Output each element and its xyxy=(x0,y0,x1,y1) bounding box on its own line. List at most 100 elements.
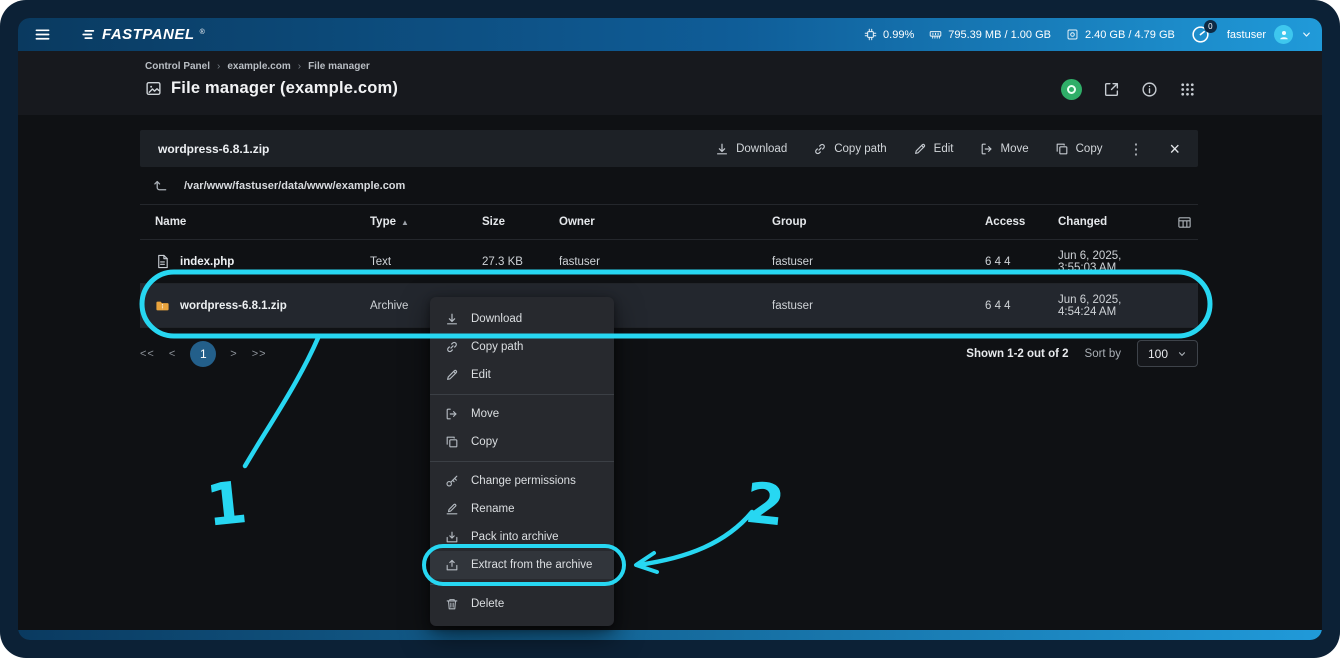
copy-button[interactable]: Copy xyxy=(1055,142,1103,156)
current-page-button[interactable]: 1 xyxy=(190,341,216,367)
rename-icon xyxy=(445,502,459,516)
table-header: Name Type▲ Size Owner Group Access Chang… xyxy=(140,205,1198,240)
col-group[interactable]: Group xyxy=(772,216,985,228)
edit-label: Edit xyxy=(934,143,954,155)
trash-icon xyxy=(445,597,459,611)
menu-item-extract-from-archive[interactable]: Extract from the archive xyxy=(430,551,614,579)
apps-menu-button[interactable] xyxy=(1179,81,1196,98)
username: fastuser xyxy=(1227,29,1266,41)
copy-icon xyxy=(1055,142,1069,156)
disk-icon xyxy=(1066,28,1079,41)
menu-item-label: Copy path xyxy=(471,341,523,353)
col-name[interactable]: Name xyxy=(155,216,370,228)
download-icon xyxy=(445,312,459,326)
selection-toolbar: wordpress-6.8.1.zip Download Copy path E… xyxy=(140,130,1198,167)
per-page-select[interactable]: 100 xyxy=(1137,340,1198,367)
menu-toggle-button[interactable] xyxy=(30,23,54,47)
menu-item-label: Delete xyxy=(471,598,504,610)
menu-item-move[interactable]: Move xyxy=(430,400,614,428)
next-page-button[interactable]: > xyxy=(230,348,237,360)
chevron-down-icon xyxy=(1177,349,1187,359)
cpu-icon xyxy=(864,28,877,41)
table-row-selected[interactable]: wordpress-6.8.1.zip Archive fastuser 6 4… xyxy=(140,284,1198,328)
per-page-value: 100 xyxy=(1148,347,1168,361)
shown-count: Shown 1-2 out of 2 xyxy=(966,348,1068,360)
file-name: index.php xyxy=(180,256,234,268)
chevron-down-icon xyxy=(1301,29,1312,40)
support-button[interactable] xyxy=(1061,79,1082,100)
col-type[interactable]: Type▲ xyxy=(370,216,482,228)
breadcrumb-file-manager: File manager xyxy=(308,61,370,72)
copy-path-button[interactable]: Copy path xyxy=(813,142,886,156)
table-columns-icon xyxy=(1177,215,1192,230)
notifications-badge: 0 xyxy=(1204,20,1217,33)
menu-item-delete[interactable]: Delete xyxy=(430,590,614,618)
menu-item-label: Move xyxy=(471,408,499,420)
menu-item-copy[interactable]: Copy xyxy=(430,428,614,456)
file-type: Text xyxy=(370,256,482,268)
prev-page-button[interactable]: < xyxy=(169,348,176,360)
col-owner[interactable]: Owner xyxy=(559,216,772,228)
menu-item-label: Copy xyxy=(471,436,498,448)
memory-icon xyxy=(929,28,942,41)
user-menu-button[interactable]: fastuser xyxy=(1227,25,1312,44)
breadcrumb-control-panel[interactable]: Control Panel xyxy=(145,61,210,72)
col-access[interactable]: Access xyxy=(985,216,1058,228)
col-size[interactable]: Size xyxy=(482,216,559,228)
screenshot-frame: FASTPANEL ® 0.99% 795.39 MB / 1.00 GB 2.… xyxy=(0,0,1340,658)
breadcrumb-domain[interactable]: example.com xyxy=(227,61,290,72)
edit-button[interactable]: Edit xyxy=(913,142,954,156)
external-link-icon xyxy=(1103,81,1120,98)
menu-item-change-permissions[interactable]: Change permissions xyxy=(430,467,614,495)
copy-icon xyxy=(445,435,459,449)
menu-divider xyxy=(430,394,614,395)
link-icon xyxy=(813,142,827,156)
hamburger-icon xyxy=(34,27,51,42)
col-changed[interactable]: Changed xyxy=(1058,216,1156,228)
copy-path-label: Copy path xyxy=(834,143,886,155)
more-actions-button[interactable]: ⋮ xyxy=(1128,140,1143,158)
file-changed: Jun 6, 2025, 4:54:24 AM xyxy=(1058,294,1156,318)
current-path: /var/www/fastuser/data/www/example.com xyxy=(184,180,405,192)
table-row[interactable]: index.php Text 27.3 KB fastuser fastuser… xyxy=(140,240,1198,284)
menu-item-label: Rename xyxy=(471,503,514,515)
archive-file-icon xyxy=(155,298,170,313)
download-label: Download xyxy=(736,143,787,155)
up-directory-button[interactable] xyxy=(153,178,168,193)
sort-by-label: Sort by xyxy=(1085,348,1121,360)
last-page-button[interactable]: >> xyxy=(252,348,267,360)
menu-divider xyxy=(430,584,614,585)
selected-filename: wordpress-6.8.1.zip xyxy=(158,142,269,156)
copy-label: Copy xyxy=(1076,143,1103,155)
first-page-button[interactable]: << xyxy=(140,348,155,360)
menu-item-download[interactable]: Download xyxy=(430,305,614,333)
memory-stat: 795.39 MB / 1.00 GB xyxy=(929,28,1051,41)
user-icon xyxy=(1278,29,1290,41)
close-selection-button[interactable]: × xyxy=(1169,140,1180,158)
support-icon xyxy=(1067,85,1076,94)
download-button[interactable]: Download xyxy=(715,142,787,156)
menu-item-edit[interactable]: Edit xyxy=(430,361,614,389)
info-button[interactable] xyxy=(1141,81,1158,98)
toolbar-actions: Download Copy path Edit Move xyxy=(715,140,1180,158)
file-name: wordpress-6.8.1.zip xyxy=(180,300,287,312)
notifications-button[interactable]: 0 xyxy=(1190,24,1212,46)
menu-item-label: Pack into archive xyxy=(471,531,559,543)
info-icon xyxy=(1141,81,1158,98)
pagination-bar: << < 1 > >> Shown 1-2 out of 2 Sort by 1… xyxy=(140,340,1198,367)
brand-logo[interactable]: FASTPANEL ® xyxy=(80,26,205,43)
menu-item-pack-into-archive[interactable]: Pack into archive xyxy=(430,523,614,551)
cpu-value: 0.99% xyxy=(883,29,914,41)
menu-item-rename[interactable]: Rename xyxy=(430,495,614,523)
edit-icon xyxy=(913,142,927,156)
move-button[interactable]: Move xyxy=(980,142,1029,156)
breadcrumb-separator: › xyxy=(298,61,301,72)
menu-item-copy-path[interactable]: Copy path xyxy=(430,333,614,361)
fastpanel-app: FASTPANEL ® 0.99% 795.39 MB / 1.00 GB 2.… xyxy=(18,18,1322,640)
file-owner: fastuser xyxy=(559,256,772,268)
open-in-new-button[interactable] xyxy=(1103,81,1120,98)
link-icon xyxy=(445,340,459,354)
topbar: FASTPANEL ® 0.99% 795.39 MB / 1.00 GB 2.… xyxy=(18,18,1322,51)
pagination-right: Shown 1-2 out of 2 Sort by 100 xyxy=(966,340,1198,367)
column-settings-button[interactable] xyxy=(1177,215,1198,230)
